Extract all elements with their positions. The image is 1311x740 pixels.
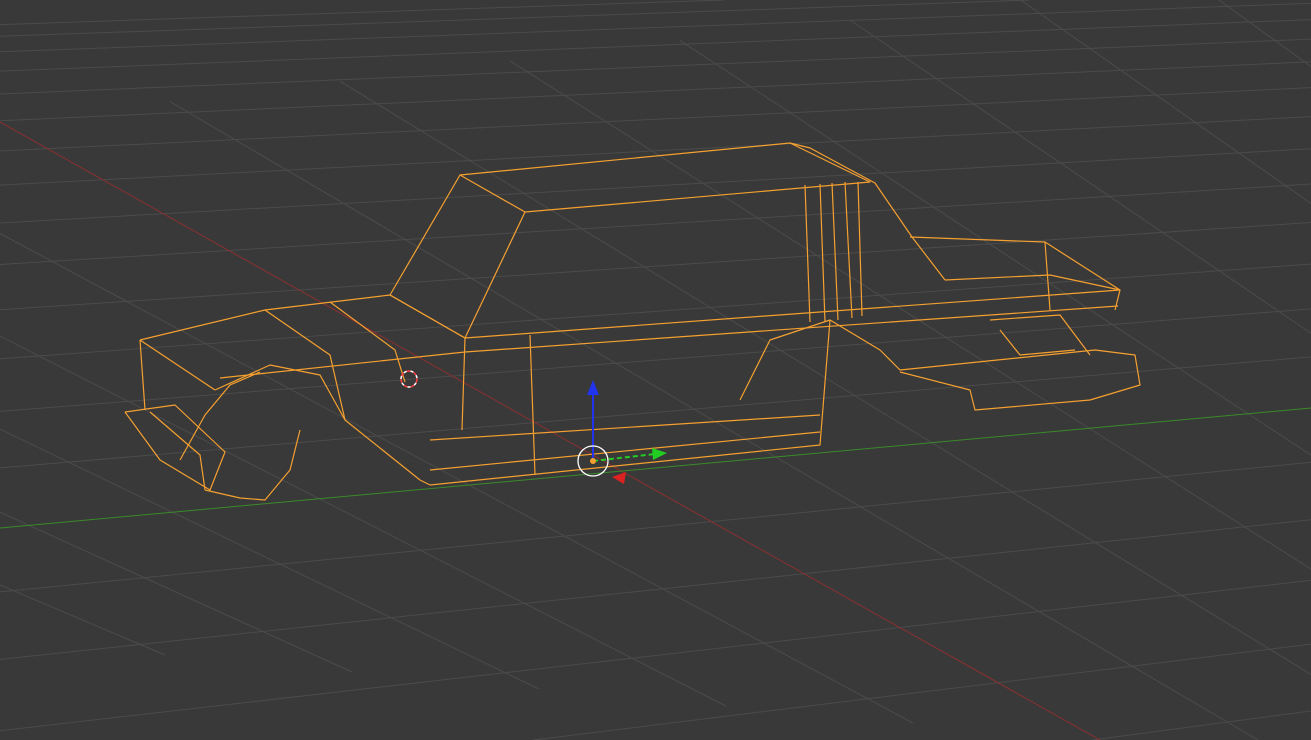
grid-line [0, 263, 1311, 360]
grid-line [0, 61, 1311, 122]
object-origin-dot [590, 458, 596, 464]
grid-line [0, 0, 1031, 37]
grid-line [0, 335, 727, 707]
grid-line [1020, 0, 1311, 204]
grid-line [0, 38, 1311, 95]
grid-line [0, 584, 166, 656]
grid-line [0, 428, 540, 690]
grid-line [0, 511, 353, 673]
floor-grid [0, 0, 1311, 740]
wireframe-car-mesh[interactable] [124, 142, 1141, 501]
y-arrow-head-icon[interactable] [652, 448, 667, 460]
z-arrow-head-icon[interactable] [587, 380, 599, 395]
grid-line [0, 222, 1311, 311]
grid-line [1218, 0, 1311, 67]
grid-line [0, 183, 1311, 265]
y-axis-arrow[interactable] [592, 453, 656, 462]
grid-line [849, 19, 1311, 334]
grid-line [0, 87, 1311, 152]
viewport-canvas[interactable] [0, 0, 1311, 740]
grid-line [1091, 710, 1311, 740]
grid-line [533, 643, 1311, 740]
grid-line [0, 0, 724, 26]
x-axis-line [0, 121, 1101, 740]
grid-line [0, 148, 1311, 224]
grid-line [0, 116, 1311, 186]
x-arrow-head-icon[interactable] [612, 472, 626, 484]
3d-viewport[interactable] [0, 0, 1311, 740]
grid-line [0, 519, 1311, 660]
